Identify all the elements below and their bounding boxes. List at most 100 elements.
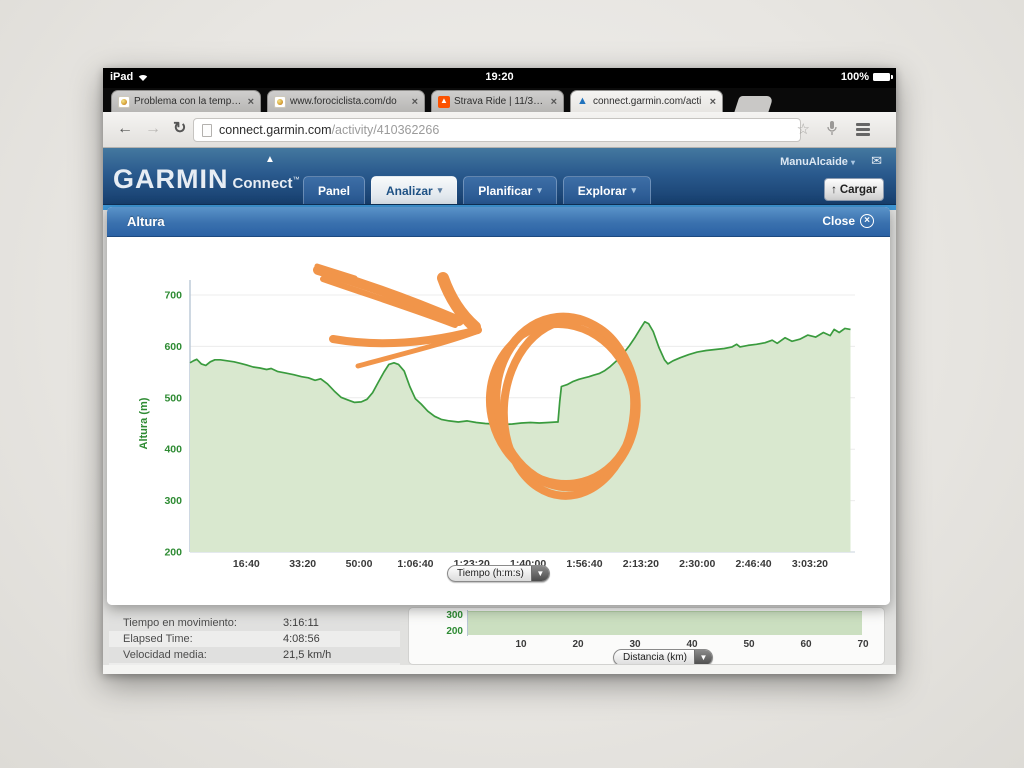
nav-tab-label: Analizar — [386, 184, 433, 198]
close-button[interactable]: Close × — [822, 214, 874, 228]
upload-button[interactable]: ↑ Cargar — [824, 178, 884, 201]
mini-x-tick: 70 — [857, 639, 868, 650]
mini-y-tick: 300 — [437, 610, 463, 621]
chevron-down-icon: ▾ — [631, 185, 636, 196]
nav-tab-explorar[interactable]: Explorar ▾ — [563, 176, 651, 204]
stat-row: Velocidad media:21,5 km/h — [109, 647, 400, 663]
user-menu[interactable]: ManuAlcaide ▾ — [780, 156, 855, 168]
distance-unit-dropdown[interactable]: Distancia (km) ▼ — [613, 649, 713, 665]
dropdown-arrow-icon[interactable]: ▼ — [694, 650, 712, 665]
upload-arrow-icon: ↑ — [831, 184, 837, 196]
stat-label: Elapsed Time: — [123, 633, 283, 645]
time-unit-dropdown[interactable]: Tiempo (h:m:s) ▼ — [447, 565, 550, 582]
upload-label: Cargar — [840, 184, 877, 196]
modal-body: 20030040050060070016:4033:2050:001:06:40… — [107, 237, 890, 605]
bookmark-star-icon[interactable]: ☆ — [797, 120, 810, 138]
mini-x-tick: 10 — [515, 639, 526, 650]
y-axis-title: Altura (m) — [138, 397, 150, 449]
status-time: 19:20 — [103, 71, 896, 83]
reload-icon[interactable]: ↻ — [173, 119, 186, 139]
garmin-nav: Panel Analizar ▾ Planificar ▾ Explorar ▾ — [303, 176, 651, 204]
new-tab-button[interactable] — [734, 96, 773, 112]
y-tick-label: 500 — [164, 392, 182, 404]
mini-x-tick: 50 — [743, 639, 754, 650]
annotation-arrow — [323, 279, 455, 325]
browser-tab-2[interactable]: www.forociclista.com/do× — [267, 90, 425, 112]
connect-logo-text: Connect — [233, 175, 293, 192]
x-tick-label: 50:00 — [346, 558, 373, 570]
nav-tab-label: Explorar — [578, 184, 627, 198]
modal-title-bar: Altura Close × — [107, 207, 890, 237]
y-tick-label: 700 — [164, 290, 182, 302]
dropdown-arrow-icon[interactable]: ▼ — [531, 566, 549, 581]
stat-value: 21,5 km/h — [283, 649, 331, 661]
nav-tab-planificar[interactable]: Planificar ▾ — [463, 176, 557, 204]
trademark: ™ — [293, 177, 300, 184]
stat-value: 3:16:11 — [283, 617, 319, 629]
garmin-logo[interactable]: GARMIN▲Connect™ — [113, 164, 300, 195]
garmin-header: GARMIN▲Connect™ PanelAnalizar▾Planificar… — [103, 148, 896, 205]
nav-tab-label: Planificar — [478, 184, 532, 198]
menu-icon[interactable] — [856, 128, 870, 131]
tab-title: Strava Ride | 11/30/2013 — [454, 96, 547, 107]
back-icon[interactable]: ← — [117, 119, 133, 139]
ios-status-bar: iPad 19:20 100% — [103, 68, 896, 88]
time-dropdown-label: Tiempo (h:m:s) — [448, 566, 531, 581]
x-tick-label: 2:46:40 — [735, 558, 771, 570]
browser-tab-bar: Problema con la temperat×www.forociclist… — [103, 88, 896, 112]
stat-label: Tiempo en movimiento: — [123, 617, 283, 629]
chevron-down-icon: ▾ — [438, 185, 443, 196]
y-tick-label: 300 — [164, 495, 182, 507]
forward-icon[interactable]: → — [145, 119, 161, 139]
elevation-chart: 20030040050060070016:4033:2050:001:06:40… — [107, 237, 890, 605]
distance-dropdown-label: Distancia (km) — [614, 650, 694, 665]
url-text: connect.garmin.com/activity/410362266 — [219, 123, 439, 137]
browser-toolbar: ← → ↻ connect.garmin.com/activity/410362… — [103, 112, 896, 148]
mini-y-tick: 200 — [437, 626, 463, 637]
garmin-icon — [577, 96, 589, 108]
garmin-logo-delta-icon: ▲ — [265, 154, 275, 165]
url-omnibox[interactable]: connect.garmin.com/activity/410362266 — [193, 118, 801, 142]
forum-icon — [118, 96, 130, 108]
mini-x-tick: 60 — [800, 639, 811, 650]
browser-tab-1[interactable]: Problema con la temperat × — [111, 90, 261, 112]
stat-value: 4:08:56 — [283, 633, 320, 645]
page-bottom-strip — [103, 665, 896, 674]
url-host: connect.garmin.com — [219, 123, 332, 137]
altura-modal: Altura Close × 20030040050060070016:4033… — [107, 207, 890, 605]
page-icon — [202, 124, 212, 137]
distance-chart-card: 300200 10203040506070 Distancia (km) ▼ — [408, 607, 885, 665]
chevron-down-icon: ▾ — [851, 158, 855, 167]
nav-tab-label: Panel — [318, 184, 350, 198]
y-tick-label: 600 — [164, 341, 182, 353]
x-tick-label: 1:56:40 — [566, 558, 602, 570]
tab-title: connect.garmin.com/acti — [593, 96, 706, 107]
battery-percent: 100% — [841, 71, 869, 83]
tab-title: Problema con la temperat — [134, 96, 244, 107]
chevron-down-icon: ▾ — [537, 185, 542, 196]
garmin-logo-text: GARMIN — [113, 164, 229, 194]
mic-icon[interactable] — [826, 120, 838, 138]
nav-tab-analizar[interactable]: Analizar ▾ — [371, 176, 457, 204]
tab-close-icon[interactable]: × — [248, 97, 254, 107]
browser-tab-3[interactable]: Strava Ride | 11/30/2013 × — [431, 90, 564, 112]
mini-chart-area-fill — [468, 611, 862, 635]
envelope-icon[interactable]: ✉ — [871, 153, 882, 169]
photo-background: iPad 19:20 100% Problema con la temperat… — [0, 0, 1024, 768]
tab-close-icon[interactable]: × — [551, 97, 557, 107]
tab-close-icon[interactable]: × — [412, 97, 418, 107]
close-icon: × — [860, 214, 874, 228]
x-tick-label: 1:06:40 — [397, 558, 433, 570]
x-tick-label: 2:13:20 — [623, 558, 659, 570]
nav-tab-panel[interactable]: Panel — [303, 176, 365, 204]
tab-close-icon[interactable]: × — [710, 97, 716, 107]
stat-label: Velocidad media: — [123, 649, 283, 661]
url-path: /activity/410362266 — [332, 123, 440, 137]
battery-icon — [873, 73, 890, 81]
close-label: Close — [822, 214, 855, 228]
x-tick-label: 2:30:00 — [679, 558, 715, 570]
mini-x-tick: 20 — [572, 639, 583, 650]
x-tick-label: 33:20 — [289, 558, 316, 570]
browser-tab-4[interactable]: connect.garmin.com/acti × — [570, 90, 723, 112]
y-tick-label: 400 — [164, 444, 182, 456]
